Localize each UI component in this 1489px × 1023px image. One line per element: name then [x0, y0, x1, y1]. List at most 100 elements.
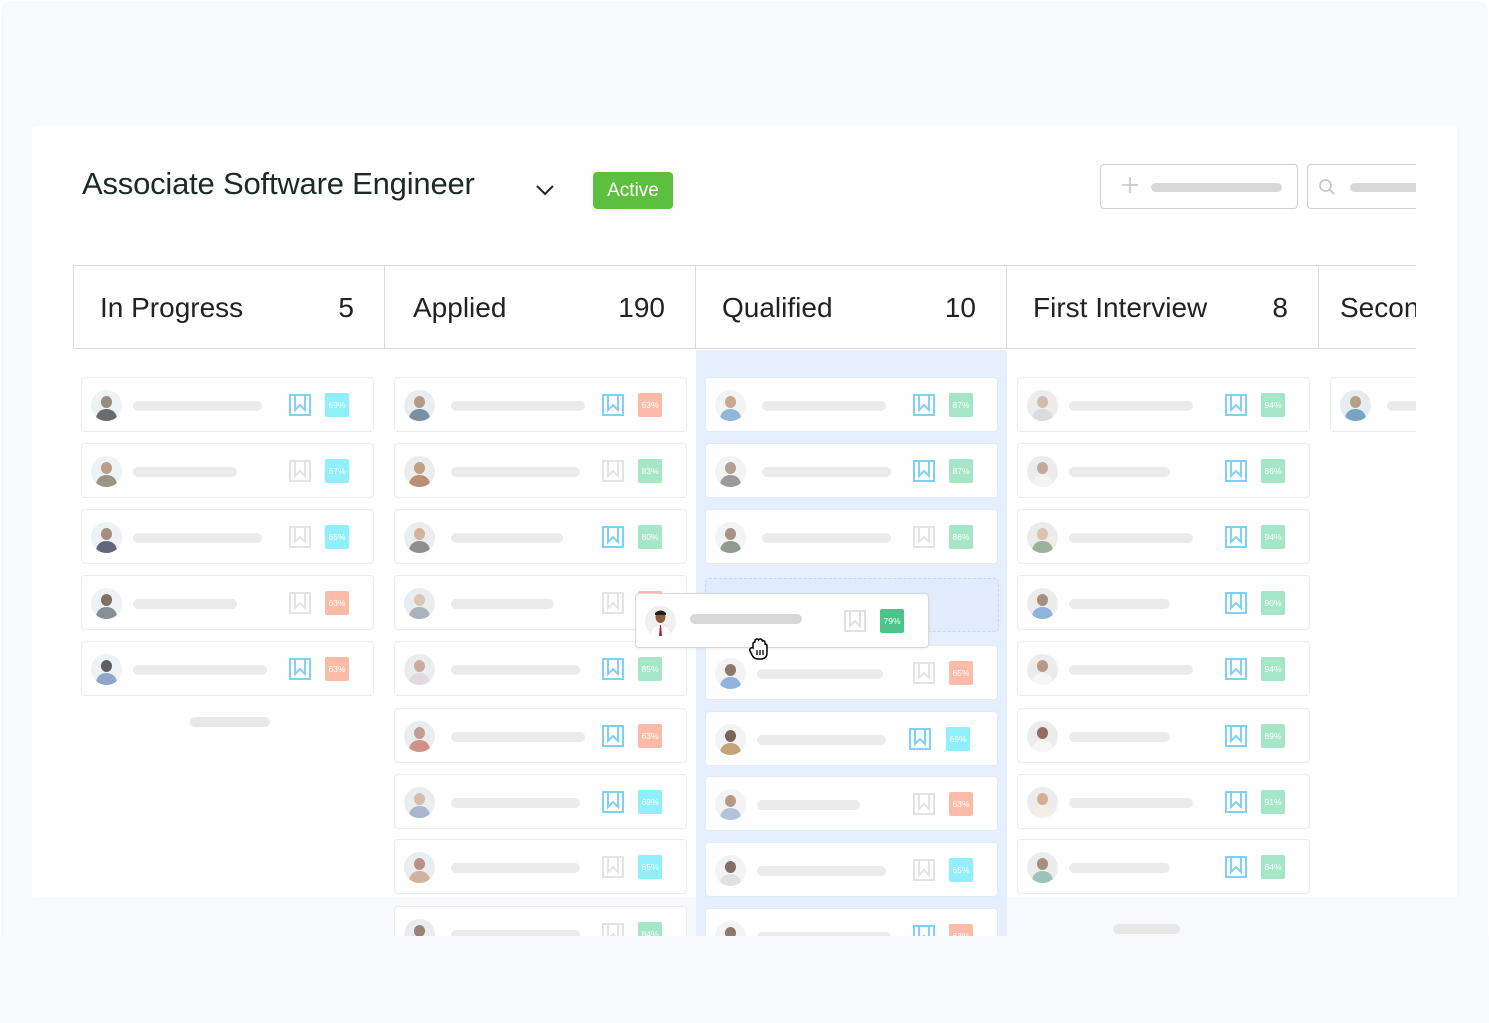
match-score-badge: 69% [946, 727, 970, 751]
bookmark-filled-icon[interactable] [1225, 856, 1247, 878]
match-score-badge: 67% [325, 459, 349, 483]
candidate-name-placeholder [1069, 467, 1170, 477]
candidate-card[interactable]: 63% [394, 708, 687, 763]
bookmark-filled-icon[interactable] [1225, 394, 1247, 416]
match-score-badge: 63% [325, 591, 349, 615]
bookmark-icon[interactable] [289, 460, 311, 482]
bookmark-filled-icon[interactable] [1225, 725, 1247, 747]
dragged-candidate-card[interactable]: 79% [635, 593, 929, 648]
candidate-card[interactable]: 87% [705, 443, 998, 498]
bookmark-icon[interactable] [913, 793, 935, 815]
stage-header-qualified[interactable]: Qualified 10 [695, 265, 1007, 349]
bookmark-filled-icon[interactable] [602, 526, 624, 548]
bookmark-filled-icon[interactable] [602, 394, 624, 416]
bookmark-filled-icon[interactable] [1225, 592, 1247, 614]
bookmark-icon[interactable] [844, 610, 866, 632]
candidate-card[interactable]: 94% [1017, 377, 1310, 432]
candidate-card[interactable]: 63% [705, 776, 998, 831]
bookmark-icon[interactable] [602, 856, 624, 878]
match-score-badge: 94% [1261, 657, 1285, 681]
candidate-card[interactable]: 91% [1017, 774, 1310, 829]
candidate-avatar [91, 456, 122, 487]
match-score-badge: 65% [949, 661, 973, 685]
candidate-card[interactable]: 83% [394, 443, 687, 498]
stage-count: 190 [618, 292, 665, 323]
load-more-indicator[interactable] [190, 717, 270, 727]
candidate-avatar [404, 522, 435, 553]
candidate-name-placeholder [757, 669, 883, 679]
bookmark-icon[interactable] [913, 526, 935, 548]
candidate-card[interactable]: 63% [81, 641, 374, 696]
load-more-indicator[interactable] [1113, 924, 1180, 934]
candidate-avatar [1027, 787, 1058, 818]
match-score-badge: 69% [325, 393, 349, 417]
candidate-avatar [1027, 522, 1058, 553]
candidate-name-placeholder [133, 467, 237, 477]
bookmark-filled-icon[interactable] [602, 725, 624, 747]
bookmark-filled-icon[interactable] [602, 791, 624, 813]
candidate-card[interactable]: 90% [1017, 575, 1310, 630]
candidate-card[interactable]: 65% [81, 509, 374, 564]
stage-count: 8 [1272, 292, 1288, 323]
candidate-card[interactable]: 94% [1017, 509, 1310, 564]
candidate-card[interactable]: 87% [705, 377, 998, 432]
candidate-name-placeholder [762, 401, 886, 411]
bookmark-icon[interactable] [602, 460, 624, 482]
bookmark-icon[interactable] [913, 859, 935, 881]
candidate-avatar [715, 390, 746, 421]
stage-header-first-interview[interactable]: First Interview 8 [1006, 265, 1319, 349]
bookmark-filled-icon[interactable] [1225, 658, 1247, 680]
candidate-card[interactable]: 86% [1017, 443, 1310, 498]
candidate-avatar [645, 606, 676, 637]
match-score-badge: 79% [880, 609, 904, 633]
candidate-card[interactable]: 94% [1017, 641, 1310, 696]
bookmark-filled-icon[interactable] [289, 394, 311, 416]
match-score-badge: 86% [949, 525, 973, 549]
candidate-card[interactable]: 80% [394, 509, 687, 564]
candidate-card[interactable]: 86% [705, 509, 998, 564]
candidate-avatar [404, 456, 435, 487]
bookmark-icon[interactable] [289, 526, 311, 548]
candidate-avatar [1027, 654, 1058, 685]
candidate-card[interactable]: 63% [81, 575, 374, 630]
plus-icon [1122, 177, 1138, 193]
job-selector-chevron-down-icon[interactable] [533, 178, 557, 202]
bookmark-icon[interactable] [913, 662, 935, 684]
candidate-card[interactable]: 69% [81, 377, 374, 432]
candidate-avatar [1340, 390, 1371, 421]
candidate-card[interactable]: 65% [394, 839, 687, 894]
candidate-avatar [404, 654, 435, 685]
candidate-card[interactable]: 85% [394, 641, 687, 696]
candidate-card[interactable]: 84% [1017, 839, 1310, 894]
bookmark-filled-icon[interactable] [913, 460, 935, 482]
bookmark-filled-icon[interactable] [1225, 791, 1247, 813]
bookmark-icon[interactable] [289, 592, 311, 614]
bookmark-icon[interactable] [602, 592, 624, 614]
stage-header-applied[interactable]: Applied 190 [384, 265, 696, 349]
candidate-name-placeholder [1069, 732, 1170, 742]
candidate-card[interactable]: 65% [705, 842, 998, 897]
candidate-avatar [91, 588, 122, 619]
candidate-card[interactable]: 67% [81, 443, 374, 498]
match-score-badge: 63% [638, 724, 662, 748]
candidate-card[interactable]: 63% [394, 377, 687, 432]
bookmark-filled-icon[interactable] [909, 728, 931, 750]
candidate-card[interactable]: 69% [394, 774, 687, 829]
match-score-badge: 91% [1261, 790, 1285, 814]
bookmark-filled-icon[interactable] [602, 658, 624, 680]
status-badge[interactable]: Active [593, 172, 673, 209]
candidate-card[interactable]: 69% [705, 711, 998, 766]
candidate-avatar [91, 522, 122, 553]
job-title: Associate Software Engineer [82, 166, 475, 201]
candidate-name-placeholder [1069, 599, 1170, 609]
candidate-avatar [715, 658, 746, 689]
add-candidate-button[interactable] [1100, 164, 1298, 209]
bookmark-filled-icon[interactable] [1225, 460, 1247, 482]
candidate-card[interactable]: 89% [1017, 708, 1310, 763]
match-score-badge: 87% [949, 393, 973, 417]
candidate-avatar [1027, 456, 1058, 487]
bookmark-filled-icon[interactable] [913, 394, 935, 416]
bookmark-filled-icon[interactable] [1225, 526, 1247, 548]
stage-header-in-progress[interactable]: In Progress 5 [73, 265, 385, 349]
bookmark-filled-icon[interactable] [289, 658, 311, 680]
